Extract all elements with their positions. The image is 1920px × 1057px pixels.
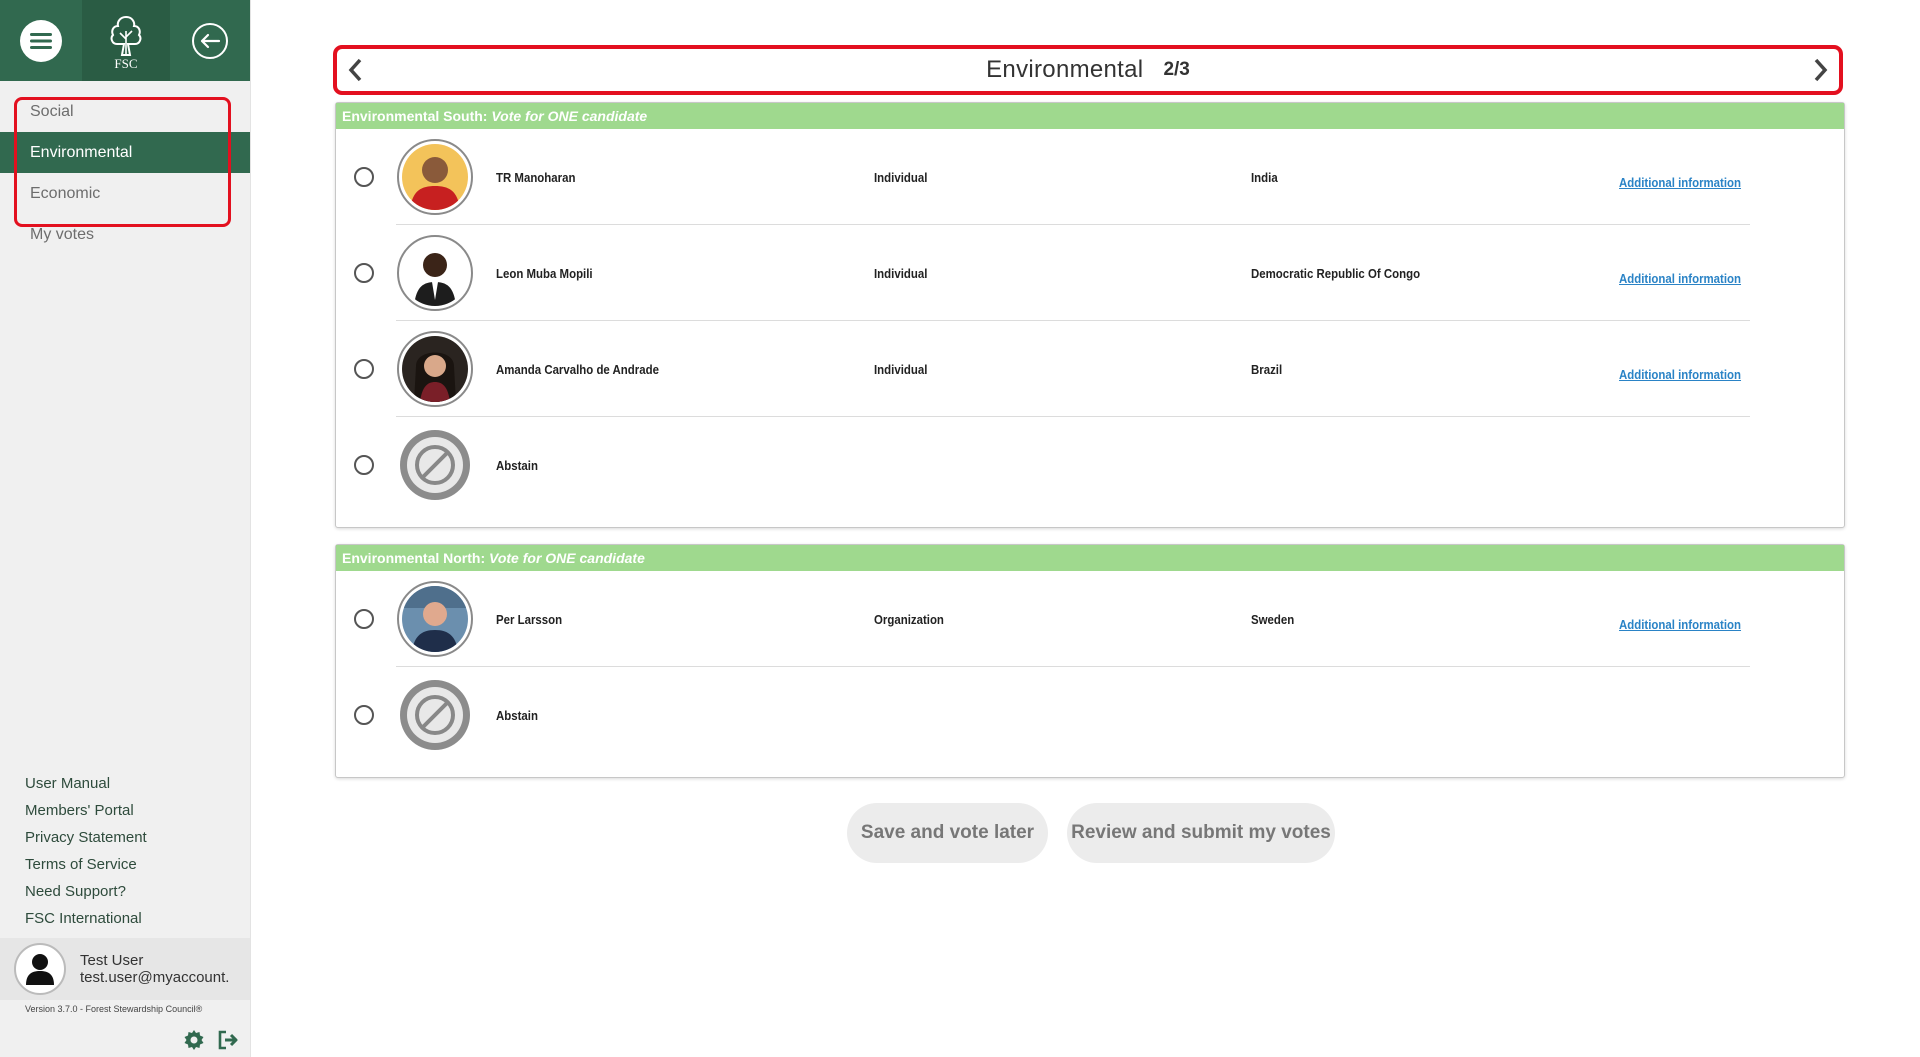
- sidebar-footer-icons: [184, 1030, 240, 1055]
- link-fsc-international[interactable]: FSC International: [25, 905, 147, 932]
- link-user-manual[interactable]: User Manual: [25, 770, 147, 797]
- sidebar: FSC Social Environmental Economic My vot…: [0, 0, 251, 1057]
- candidate-name: Leon Muba Mopili: [496, 265, 593, 281]
- sidebar-item-social[interactable]: Social: [0, 91, 250, 132]
- section-title: Environmental South:: [342, 108, 488, 124]
- section-instruction: Vote for ONE candidate: [489, 550, 645, 566]
- section-header: Environmental South: Vote for ONE candid…: [336, 103, 1844, 129]
- ballot-section-environmental-north: Environmental North: Vote for ONE candid…: [335, 544, 1845, 778]
- logout-icon[interactable]: [218, 1030, 240, 1055]
- user-card: Test User test.user@myaccount.: [0, 938, 250, 1000]
- sidebar-links: User Manual Members' Portal Privacy Stat…: [25, 770, 147, 932]
- hamburger-icon: [20, 19, 62, 62]
- abstain-radio[interactable]: [354, 705, 374, 725]
- main-content: Environmental 2/3 Environmental South: V…: [251, 0, 1920, 1057]
- abstain-row: Abstain: [336, 417, 1844, 513]
- link-privacy-statement[interactable]: Privacy Statement: [25, 824, 147, 851]
- user-icon: [26, 954, 54, 985]
- additional-information-link[interactable]: Additional information: [1619, 367, 1741, 382]
- candidate-photo: [397, 331, 473, 407]
- additional-information-link[interactable]: Additional information: [1619, 271, 1741, 286]
- sidebar-item-economic[interactable]: Economic: [0, 173, 250, 214]
- link-terms-of-service[interactable]: Terms of Service: [25, 851, 147, 878]
- candidate-row: Leon Muba Mopili Individual Democratic R…: [336, 225, 1844, 321]
- candidate-name: Amanda Carvalho de Andrade: [496, 361, 659, 377]
- additional-information-link[interactable]: Additional information: [1619, 175, 1741, 190]
- sidebar-item-environmental[interactable]: Environmental: [0, 132, 250, 173]
- avatar: [14, 943, 66, 995]
- collapse-sidebar-button[interactable]: [170, 0, 250, 81]
- candidate-photo: [397, 581, 473, 657]
- category-nav: Social Environmental Economic My votes: [0, 91, 250, 255]
- candidate-country: India: [1251, 169, 1278, 185]
- candidate-type: Individual: [874, 361, 928, 377]
- menu-button[interactable]: [0, 0, 82, 81]
- category-header: Environmental 2/3: [333, 45, 1843, 95]
- fsc-tree-icon: FSC: [110, 15, 142, 71]
- section-title: Environmental North:: [342, 550, 486, 566]
- chevron-right-icon: [1814, 58, 1828, 82]
- category-counter: 2/3: [1163, 59, 1190, 80]
- candidate-row: TR Manoharan Individual India Additional…: [336, 129, 1844, 225]
- version-text: Version 3.7.0 - Forest Stewardship Counc…: [25, 1004, 203, 1014]
- section-header: Environmental North: Vote for ONE candid…: [336, 545, 1844, 571]
- candidate-row: Per Larsson Organization Sweden Addition…: [336, 571, 1844, 667]
- abstain-radio[interactable]: [354, 455, 374, 475]
- additional-information-link[interactable]: Additional information: [1619, 617, 1741, 632]
- candidate-radio[interactable]: [354, 263, 374, 283]
- svg-text:FSC: FSC: [114, 56, 137, 71]
- user-info: Test User test.user@myaccount.: [80, 952, 240, 986]
- candidate-radio[interactable]: [354, 359, 374, 379]
- candidate-type: Individual: [874, 265, 928, 281]
- sidebar-item-my-votes[interactable]: My votes: [0, 214, 250, 255]
- user-name: Test User: [80, 952, 144, 969]
- next-category-button[interactable]: [1807, 57, 1833, 83]
- abstain-row: Abstain: [336, 667, 1844, 763]
- previous-category-button[interactable]: [343, 57, 369, 83]
- user-email: test.user@myaccount.: [80, 969, 230, 986]
- chevron-left-icon: [348, 58, 362, 82]
- candidate-type: Individual: [874, 169, 928, 185]
- back-arrow-icon: [192, 22, 228, 59]
- save-and-vote-later-button[interactable]: Save and vote later: [847, 803, 1048, 863]
- candidate-type: Organization: [874, 611, 944, 627]
- review-and-submit-button[interactable]: Review and submit my votes: [1067, 803, 1335, 863]
- category-title: Environmental: [986, 56, 1144, 83]
- candidate-name: Per Larsson: [496, 611, 563, 627]
- candidate-photo: [397, 139, 473, 215]
- sidebar-header: FSC: [0, 0, 250, 81]
- candidate-country: Brazil: [1251, 361, 1283, 377]
- abstain-label: Abstain: [496, 707, 538, 723]
- candidate-radio[interactable]: [354, 609, 374, 629]
- abstain-icon: [397, 677, 473, 753]
- gear-icon[interactable]: [184, 1030, 204, 1055]
- abstain-label: Abstain: [496, 457, 538, 473]
- candidate-row: Amanda Carvalho de Andrade Individual Br…: [336, 321, 1844, 417]
- fsc-logo: FSC: [82, 0, 170, 81]
- link-members-portal[interactable]: Members' Portal: [25, 797, 147, 824]
- candidate-photo: [397, 235, 473, 311]
- section-instruction: Vote for ONE candidate: [491, 108, 648, 124]
- abstain-icon: [397, 427, 473, 503]
- candidate-name: TR Manoharan: [496, 169, 576, 185]
- candidate-country: Sweden: [1251, 611, 1295, 627]
- link-need-support[interactable]: Need Support?: [25, 878, 147, 905]
- candidate-radio[interactable]: [354, 167, 374, 187]
- ballot-section-environmental-south: Environmental South: Vote for ONE candid…: [335, 102, 1845, 528]
- candidate-country: Democratic Republic Of Congo: [1251, 265, 1421, 281]
